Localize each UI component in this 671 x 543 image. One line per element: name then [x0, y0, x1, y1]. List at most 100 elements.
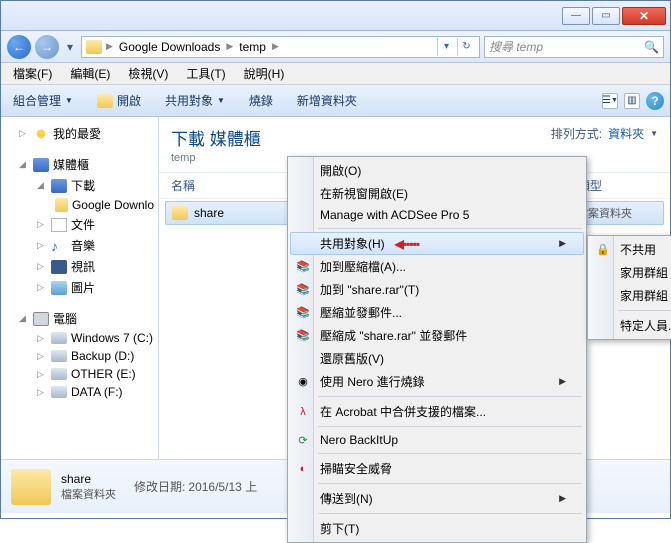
backup-icon: ⟳ [295, 432, 311, 448]
submenu-homegroup-read[interactable]: 家用群組 (讀取) [590, 261, 671, 284]
library-title: 下載 媒體櫃 [171, 125, 261, 150]
nero-icon: ◉ [295, 374, 311, 390]
burn-button[interactable]: 燒錄 [243, 90, 279, 111]
minimize-button[interactable]: — [562, 7, 590, 25]
titlebar: — ▭ ✕ [1, 1, 670, 31]
menu-restore-previous[interactable]: 還原舊版(V) [290, 347, 584, 370]
view-options-button[interactable]: ☰ ▼ [602, 93, 618, 109]
sidebar-favorites[interactable]: ▷我的最愛 [1, 123, 158, 144]
sidebar-computer[interactable]: ◢電腦 [1, 308, 158, 329]
submenu-specific-people[interactable]: 特定人員... [590, 314, 671, 337]
menu-open-new-window[interactable]: 在新視窗開啟(E) [290, 182, 584, 205]
drive-icon [51, 350, 67, 362]
submenu-nobody[interactable]: 🔒不共用 [590, 238, 671, 261]
address-bar[interactable]: ▶ Google Downloads ▶ temp ▶ ▾ ↻ [81, 36, 480, 58]
computer-icon [33, 312, 49, 326]
rar-icon: 📚 [295, 282, 311, 298]
acrobat-icon: λ [295, 404, 311, 420]
share-button[interactable]: 共用對象▼ [159, 90, 231, 111]
address-dropdown[interactable]: ▾ [437, 38, 455, 56]
rar-icon: 📚 [295, 305, 311, 321]
submenu-arrow-icon: ▶ [539, 493, 566, 504]
menu-open[interactable]: 開啟(O) [290, 159, 584, 182]
menu-nero-burn[interactable]: ◉使用 Nero 進行燒錄▶ [290, 370, 584, 393]
maximize-button[interactable]: ▭ [592, 7, 620, 25]
video-icon [51, 260, 67, 274]
menu-acdsee[interactable]: Manage with ACDSee Pro 5 [290, 205, 584, 225]
document-icon [51, 218, 67, 232]
download-icon [51, 179, 67, 193]
navbar: ← → ▾ ▶ Google Downloads ▶ temp ▶ ▾ ↻ 搜尋… [1, 31, 670, 63]
chevron-icon: ▶ [226, 41, 233, 52]
lock-icon: 🔒 [595, 242, 611, 258]
refresh-button[interactable]: ↻ [457, 38, 475, 56]
back-button[interactable]: ← [7, 35, 31, 59]
music-icon: ♪ [51, 239, 67, 253]
menu-add-share-rar[interactable]: 📚加到 "share.rar"(T) [290, 278, 584, 301]
menu-compress-email[interactable]: 📚壓縮並發郵件... [290, 301, 584, 324]
sidebar-pictures[interactable]: ▷圖片 [1, 277, 158, 298]
sidebar: ▷我的最愛 ◢媒體櫃 ◢下載 Google Downlo ▷文件 ▷♪音樂 ▷視… [1, 117, 159, 459]
rar-icon: 📚 [295, 259, 311, 275]
nav-history-dropdown[interactable]: ▾ [63, 40, 77, 54]
rar-icon: 📚 [295, 328, 311, 344]
help-button[interactable]: ? [646, 92, 664, 110]
preview-pane-button[interactable]: ▥ [624, 93, 640, 109]
sidebar-downloads[interactable]: ◢下載 [1, 175, 158, 196]
menu-share-with[interactable]: 共用對象(H) ◀▪▪▪▪▪ ▶ [290, 232, 584, 255]
menu-send-to[interactable]: 傳送到(N)▶ [290, 487, 584, 510]
library-subtitle: temp [171, 152, 261, 164]
share-submenu: 🔒不共用 家用群組 (讀取) 家用群組 (讀取/寫入 特定人員... [587, 235, 671, 340]
sidebar-documents[interactable]: ▷文件 [1, 214, 158, 235]
folder-icon [55, 198, 68, 212]
menubar: 檔案(F) 編輯(E) 檢視(V) 工具(T) 說明(H) [1, 63, 670, 85]
sidebar-drive-f[interactable]: ▷DATA (F:) [1, 383, 158, 401]
menu-file[interactable]: 檔案(F) [5, 63, 60, 84]
breadcrumb[interactable]: temp [237, 40, 268, 54]
sidebar-google-downloads[interactable]: Google Downlo [1, 196, 158, 214]
new-folder-button[interactable]: 新增資料夾 [291, 90, 363, 111]
menu-tools[interactable]: 工具(T) [178, 63, 233, 84]
close-button[interactable]: ✕ [622, 7, 666, 25]
sort-control[interactable]: 排列方式: 資料夾 ▼ [551, 125, 658, 142]
sidebar-drive-c[interactable]: ▷Windows 7 (C:) [1, 329, 158, 347]
menu-nero-backup[interactable]: ⟳Nero BackItUp [290, 430, 584, 450]
search-input[interactable]: 搜尋 temp 🔍 [484, 36, 664, 58]
open-button[interactable]: 開啟 [91, 90, 147, 111]
toolbar: 組合管理▼ 開啟 共用對象▼ 燒錄 新增資料夾 ☰ ▼ ▥ ? [1, 85, 670, 117]
menu-view[interactable]: 檢視(V) [120, 63, 176, 84]
submenu-arrow-icon: ▶ [539, 238, 566, 249]
sidebar-libraries[interactable]: ◢媒體櫃 [1, 154, 158, 175]
sidebar-videos[interactable]: ▷視訊 [1, 256, 158, 277]
column-type[interactable]: 類型 [578, 177, 658, 194]
details-modified-value: 2016/5/13 上 [188, 480, 257, 494]
search-placeholder: 搜尋 temp [489, 38, 543, 55]
folder-icon [97, 94, 113, 108]
menu-add-archive[interactable]: 📚加到壓縮檔(A)... [290, 255, 584, 278]
context-menu: 開啟(O) 在新視窗開啟(E) Manage with ACDSee Pro 5… [287, 156, 587, 543]
details-file-name: share [61, 472, 116, 486]
details-file-type: 檔案資料夾 [61, 486, 116, 502]
menu-compress-share-email[interactable]: 📚壓縮成 "share.rar" 並發郵件 [290, 324, 584, 347]
menu-help[interactable]: 說明(H) [236, 63, 293, 84]
search-icon: 🔍 [644, 40, 659, 54]
menu-scan-threat[interactable]: ◐掃瞄安全威脅 [290, 457, 584, 480]
organize-button[interactable]: 組合管理▼ [7, 90, 79, 111]
sidebar-drive-e[interactable]: ▷OTHER (E:) [1, 365, 158, 383]
breadcrumb[interactable]: Google Downloads [117, 40, 222, 54]
drive-icon [51, 368, 67, 380]
menu-cut[interactable]: 剪下(T) [290, 517, 584, 540]
forward-button[interactable]: → [35, 35, 59, 59]
details-modified-label: 修改日期: [134, 480, 185, 494]
sidebar-drive-d[interactable]: ▷Backup (D:) [1, 347, 158, 365]
menu-edit[interactable]: 編輯(E) [62, 63, 118, 84]
file-type: 檔案資料夾 [577, 205, 657, 221]
submenu-homegroup-rw[interactable]: 家用群組 (讀取/寫入 [590, 284, 671, 307]
submenu-arrow-icon: ▶ [539, 376, 566, 387]
folder-large-icon [11, 469, 51, 505]
menu-acrobat-combine[interactable]: λ在 Acrobat 中合併支援的檔案... [290, 400, 584, 423]
folder-icon [172, 206, 188, 220]
chevron-icon: ▶ [272, 41, 279, 52]
sidebar-music[interactable]: ▷♪音樂 [1, 235, 158, 256]
trend-icon: ◐ [295, 461, 311, 477]
